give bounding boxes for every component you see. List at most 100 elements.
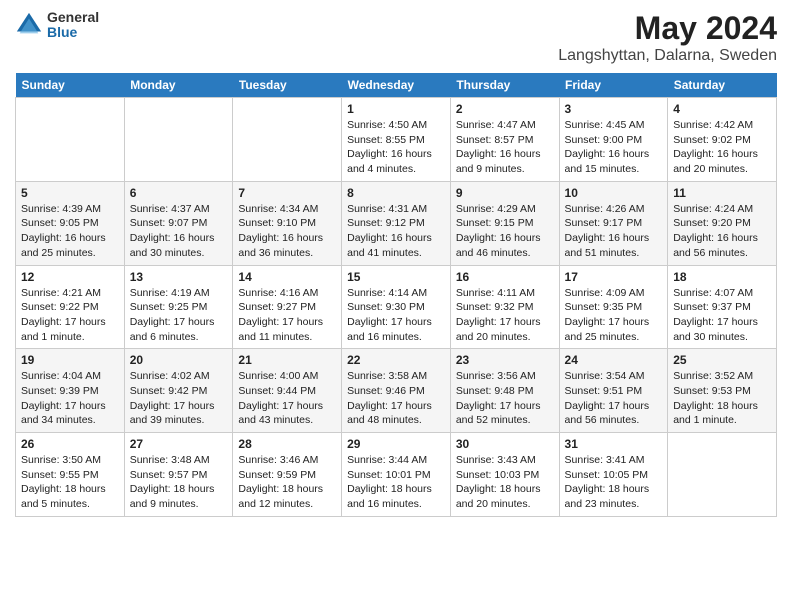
day-info: Sunrise: 4:47 AM Sunset: 8:57 PM Dayligh… xyxy=(456,118,554,177)
calendar-cell xyxy=(124,98,233,182)
day-number: 4 xyxy=(673,102,771,116)
day-number: 24 xyxy=(565,353,663,367)
day-number: 12 xyxy=(21,270,119,284)
weekday-header-sunday: Sunday xyxy=(16,73,125,98)
calendar-cell: 19 Sunrise: 4:04 AM Sunset: 9:39 PM Dayli… xyxy=(16,349,125,433)
weekday-header-friday: Friday xyxy=(559,73,668,98)
weekday-header-tuesday: Tuesday xyxy=(233,73,342,98)
weekday-header-thursday: Thursday xyxy=(450,73,559,98)
day-info: Sunrise: 4:21 AM Sunset: 9:22 PM Dayligh… xyxy=(21,286,119,345)
calendar-cell xyxy=(668,433,777,517)
day-info: Sunrise: 4:37 AM Sunset: 9:07 PM Dayligh… xyxy=(130,202,228,261)
day-number: 19 xyxy=(21,353,119,367)
day-number: 17 xyxy=(565,270,663,284)
day-info: Sunrise: 4:26 AM Sunset: 9:17 PM Dayligh… xyxy=(565,202,663,261)
calendar-table: SundayMondayTuesdayWednesdayThursdayFrid… xyxy=(15,73,777,517)
day-number: 15 xyxy=(347,270,445,284)
calendar-cell xyxy=(16,98,125,182)
calendar-cell: 22 Sunrise: 3:58 AM Sunset: 9:46 PM Dayli… xyxy=(342,349,451,433)
day-number: 23 xyxy=(456,353,554,367)
weekday-header-monday: Monday xyxy=(124,73,233,98)
day-info: Sunrise: 4:24 AM Sunset: 9:20 PM Dayligh… xyxy=(673,202,771,261)
day-number: 20 xyxy=(130,353,228,367)
calendar-cell: 28Sunrise: 3:46 AM Sunset: 9:59 PM Dayli… xyxy=(233,433,342,517)
day-number: 29 xyxy=(347,437,445,451)
day-number: 5 xyxy=(21,186,119,200)
calendar-cell: 7Sunrise: 4:34 AM Sunset: 9:10 PM Daylig… xyxy=(233,181,342,265)
day-number: 1 xyxy=(347,102,445,116)
day-info: Sunrise: 3:54 AM Sunset: 9:51 PM Dayligh… xyxy=(565,369,663,428)
day-info: Sunrise: 3:48 AM Sunset: 9:57 PM Dayligh… xyxy=(130,453,228,512)
logo-icon xyxy=(15,11,43,39)
week-row-2: 5 Sunrise: 4:39 AM Sunset: 9:05 PM Daylig… xyxy=(16,181,777,265)
month-year-title: May 2024 xyxy=(558,10,777,47)
day-info: Sunrise: 3:41 AM Sunset: 10:05 PM Daylig… xyxy=(565,453,663,512)
day-info: Sunrise: 4:50 AM Sunset: 8:55 PM Dayligh… xyxy=(347,118,445,177)
day-number: 10 xyxy=(565,186,663,200)
location-subtitle: Langshyttan, Dalarna, Sweden xyxy=(558,47,777,65)
calendar-cell: 12 Sunrise: 4:21 AM Sunset: 9:22 PM Dayli… xyxy=(16,265,125,349)
day-info: Sunrise: 4:00 AM Sunset: 9:44 PM Dayligh… xyxy=(238,369,336,428)
page-header: General Blue May 2024 Langshyttan, Dalar… xyxy=(15,10,777,65)
logo-general-label: General xyxy=(47,10,99,25)
calendar-cell: 5 Sunrise: 4:39 AM Sunset: 9:05 PM Daylig… xyxy=(16,181,125,265)
calendar-cell: 2 Sunrise: 4:47 AM Sunset: 8:57 PM Daylig… xyxy=(450,98,559,182)
week-row-5: 26 Sunrise: 3:50 AM Sunset: 9:55 PM Dayli… xyxy=(16,433,777,517)
day-number: 18 xyxy=(673,270,771,284)
calendar-cell: 15 Sunrise: 4:14 AM Sunset: 9:30 PM Dayli… xyxy=(342,265,451,349)
calendar-cell: 27 Sunrise: 3:48 AM Sunset: 9:57 PM Dayli… xyxy=(124,433,233,517)
calendar-cell: 29 Sunrise: 3:44 AM Sunset: 10:01 PM Dayl… xyxy=(342,433,451,517)
calendar-cell: 31 Sunrise: 3:41 AM Sunset: 10:05 PM Dayl… xyxy=(559,433,668,517)
calendar-cell: 8Sunrise: 4:31 AM Sunset: 9:12 PM Daylig… xyxy=(342,181,451,265)
calendar-cell: 20 Sunrise: 4:02 AM Sunset: 9:42 PM Dayli… xyxy=(124,349,233,433)
calendar-cell: 26 Sunrise: 3:50 AM Sunset: 9:55 PM Dayli… xyxy=(16,433,125,517)
weekday-header-row: SundayMondayTuesdayWednesdayThursdayFrid… xyxy=(16,73,777,98)
title-block: May 2024 Langshyttan, Dalarna, Sweden xyxy=(558,10,777,65)
day-number: 16 xyxy=(456,270,554,284)
day-number: 26 xyxy=(21,437,119,451)
day-number: 14 xyxy=(238,270,336,284)
day-info: Sunrise: 4:19 AM Sunset: 9:25 PM Dayligh… xyxy=(130,286,228,345)
day-info: Sunrise: 3:44 AM Sunset: 10:01 PM Daylig… xyxy=(347,453,445,512)
day-info: Sunrise: 3:56 AM Sunset: 9:48 PM Dayligh… xyxy=(456,369,554,428)
day-number: 28 xyxy=(238,437,336,451)
day-number: 6 xyxy=(130,186,228,200)
day-number: 9 xyxy=(456,186,554,200)
logo: General Blue xyxy=(15,10,99,41)
calendar-cell: 21 Sunrise: 4:00 AM Sunset: 9:44 PM Dayli… xyxy=(233,349,342,433)
day-info: Sunrise: 4:04 AM Sunset: 9:39 PM Dayligh… xyxy=(21,369,119,428)
day-number: 30 xyxy=(456,437,554,451)
calendar-cell: 25Sunrise: 3:52 AM Sunset: 9:53 PM Dayli… xyxy=(668,349,777,433)
day-info: Sunrise: 3:43 AM Sunset: 10:03 PM Daylig… xyxy=(456,453,554,512)
calendar-cell: 3 Sunrise: 4:45 AM Sunset: 9:00 PM Daylig… xyxy=(559,98,668,182)
day-info: Sunrise: 3:58 AM Sunset: 9:46 PM Dayligh… xyxy=(347,369,445,428)
day-info: Sunrise: 4:14 AM Sunset: 9:30 PM Dayligh… xyxy=(347,286,445,345)
day-number: 13 xyxy=(130,270,228,284)
day-info: Sunrise: 4:29 AM Sunset: 9:15 PM Dayligh… xyxy=(456,202,554,261)
day-number: 21 xyxy=(238,353,336,367)
logo-text: General Blue xyxy=(47,10,99,41)
day-info: Sunrise: 4:42 AM Sunset: 9:02 PM Dayligh… xyxy=(673,118,771,177)
calendar-cell: 16Sunrise: 4:11 AM Sunset: 9:32 PM Dayli… xyxy=(450,265,559,349)
week-row-3: 12 Sunrise: 4:21 AM Sunset: 9:22 PM Dayli… xyxy=(16,265,777,349)
day-number: 25 xyxy=(673,353,771,367)
day-info: Sunrise: 4:09 AM Sunset: 9:35 PM Dayligh… xyxy=(565,286,663,345)
day-info: Sunrise: 4:02 AM Sunset: 9:42 PM Dayligh… xyxy=(130,369,228,428)
day-info: Sunrise: 4:45 AM Sunset: 9:00 PM Dayligh… xyxy=(565,118,663,177)
day-number: 27 xyxy=(130,437,228,451)
day-number: 22 xyxy=(347,353,445,367)
weekday-header-saturday: Saturday xyxy=(668,73,777,98)
day-info: Sunrise: 3:50 AM Sunset: 9:55 PM Dayligh… xyxy=(21,453,119,512)
calendar-cell: 9 Sunrise: 4:29 AM Sunset: 9:15 PM Daylig… xyxy=(450,181,559,265)
day-number: 2 xyxy=(456,102,554,116)
calendar-cell: 6 Sunrise: 4:37 AM Sunset: 9:07 PM Daylig… xyxy=(124,181,233,265)
day-number: 31 xyxy=(565,437,663,451)
day-number: 3 xyxy=(565,102,663,116)
calendar-cell: 14Sunrise: 4:16 AM Sunset: 9:27 PM Dayli… xyxy=(233,265,342,349)
day-info: Sunrise: 4:39 AM Sunset: 9:05 PM Dayligh… xyxy=(21,202,119,261)
logo-blue-label: Blue xyxy=(47,25,99,40)
calendar-cell: 10 Sunrise: 4:26 AM Sunset: 9:17 PM Dayli… xyxy=(559,181,668,265)
calendar-cell: 4 Sunrise: 4:42 AM Sunset: 9:02 PM Daylig… xyxy=(668,98,777,182)
day-info: Sunrise: 4:07 AM Sunset: 9:37 PM Dayligh… xyxy=(673,286,771,345)
day-number: 7 xyxy=(238,186,336,200)
